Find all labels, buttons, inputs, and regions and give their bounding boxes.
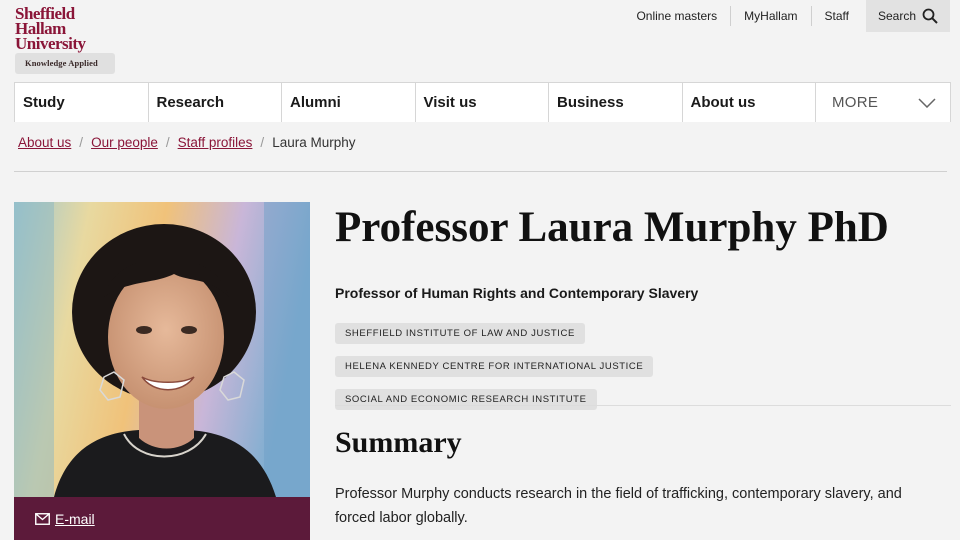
search-button[interactable]: Search: [865, 0, 950, 32]
myhallam-link[interactable]: MyHallam: [731, 6, 812, 26]
breadcrumb-about-us[interactable]: About us: [18, 135, 71, 150]
email-button[interactable]: E-mail: [14, 497, 310, 540]
staff-link[interactable]: Staff: [812, 6, 862, 26]
nav-item-about-us[interactable]: About us: [683, 83, 816, 122]
divider: [14, 171, 947, 172]
nav-more-label: MORE: [832, 94, 879, 111]
breadcrumb-current: Laura Murphy: [272, 135, 356, 150]
nav-item-alumni[interactable]: Alumni: [282, 83, 416, 122]
online-masters-link[interactable]: Online masters: [623, 6, 732, 26]
logo-tagline: Knowledge Applied: [15, 53, 115, 74]
nav-item-research[interactable]: Research: [149, 83, 282, 122]
profile-role: Professor of Human Rights and Contempora…: [335, 285, 699, 301]
email-label: E-mail: [55, 510, 95, 527]
mail-icon: [35, 512, 50, 525]
tag-helena-kennedy-centre[interactable]: HELENA KENNEDY CENTRE FOR INTERNATIONAL …: [335, 356, 654, 377]
logo-line-3: University: [15, 34, 86, 53]
university-logo[interactable]: Sheffield Hallam University Knowledge Ap…: [15, 5, 115, 74]
profile-name: Professor Laura Murphy PhD: [335, 204, 889, 251]
search-icon: [922, 8, 938, 24]
breadcrumb-separator: /: [260, 135, 265, 150]
profile-photo: [14, 202, 310, 497]
utility-nav: Online masters MyHallam Staff Search: [623, 0, 950, 32]
nav-more-button[interactable]: MORE: [816, 83, 950, 122]
breadcrumb-separator: /: [165, 135, 170, 150]
search-label: Search: [877, 9, 916, 23]
breadcrumb: About us / Our people / Staff profiles /…: [18, 135, 355, 150]
chevron-down-icon: [918, 97, 936, 108]
nav-item-study[interactable]: Study: [15, 83, 149, 122]
breadcrumb-staff-profiles[interactable]: Staff profiles: [178, 135, 253, 150]
breadcrumb-separator: /: [79, 135, 84, 150]
tag-institute-law-justice[interactable]: SHEFFIELD INSTITUTE OF LAW AND JUSTICE: [335, 323, 585, 344]
breadcrumb-our-people[interactable]: Our people: [91, 135, 158, 150]
summary-text: Professor Murphy conducts research in th…: [335, 486, 902, 526]
tag-social-economic-research[interactable]: SOCIAL AND ECONOMIC RESEARCH INSTITUTE: [335, 389, 597, 410]
profile-tags: SHEFFIELD INSTITUTE OF LAW AND JUSTICE H…: [335, 323, 875, 410]
divider: [335, 405, 951, 406]
summary-heading: Summary: [335, 426, 462, 459]
nav-item-business[interactable]: Business: [549, 83, 683, 122]
main-nav: Study Research Alumni Visit us Business …: [14, 82, 951, 122]
nav-item-visit-us[interactable]: Visit us: [416, 83, 549, 122]
